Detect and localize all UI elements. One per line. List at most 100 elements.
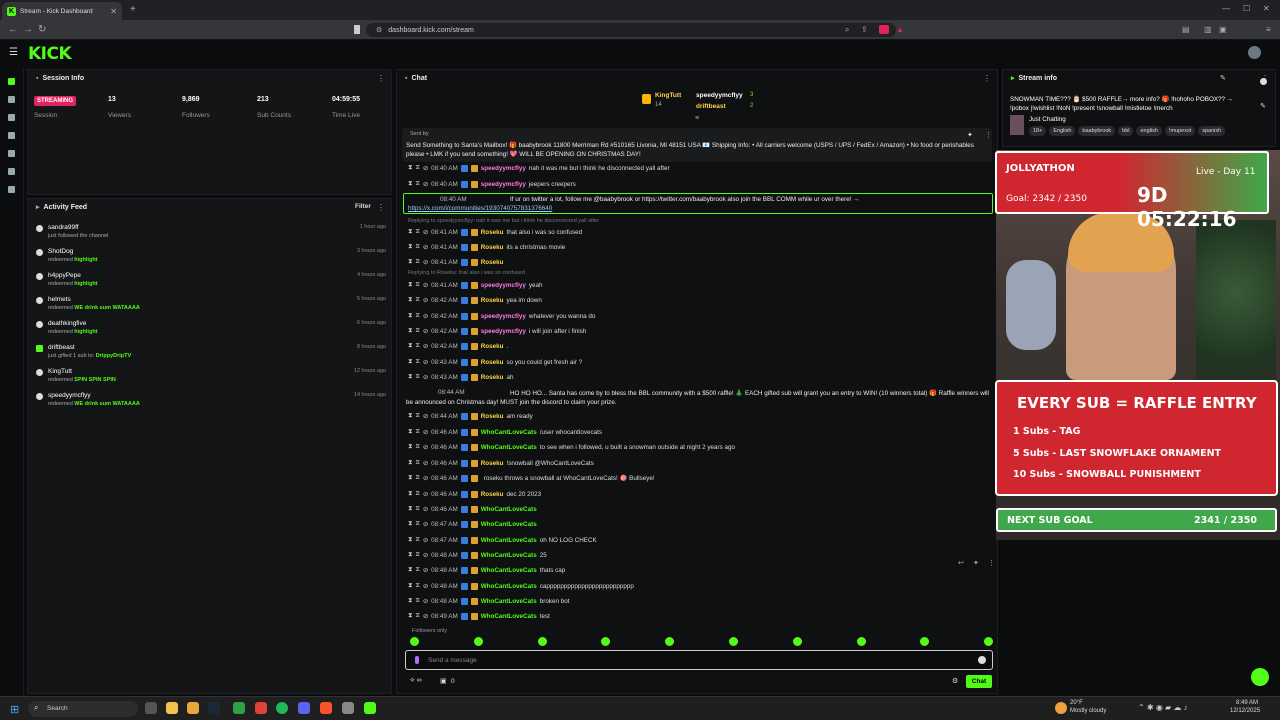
reply-icon[interactable]: ↩	[958, 559, 964, 567]
ban-icon[interactable]: ⊘	[423, 429, 428, 436]
pin-message-icon[interactable]: ✦	[973, 559, 979, 567]
emote-icon[interactable]	[729, 637, 738, 646]
delete-icon[interactable]: ⧗	[408, 459, 412, 467]
emote-icon[interactable]	[984, 637, 994, 646]
delete-icon[interactable]: ⧗	[408, 243, 412, 251]
timeout-icon[interactable]: ⧖	[415, 597, 419, 605]
timeout-icon[interactable]: ⧖	[415, 566, 419, 574]
category-name[interactable]: Just Chatting	[1029, 116, 1066, 123]
taskbar-search[interactable]: ⌕ Search	[28, 701, 138, 717]
chat-mic-icon[interactable]	[415, 656, 419, 664]
activity-item[interactable]: KingTutt redeemed SPIN SPIN SPIN 12 hours …	[36, 368, 386, 390]
analytics-icon[interactable]	[8, 168, 15, 175]
chat-message[interactable]: ⧗ ⧖ ⊘ 08:49 AM WhoCantLoveCats test	[408, 610, 988, 622]
timeout-icon[interactable]: ⧖	[415, 459, 419, 467]
zoom-icon[interactable]: ⌕	[845, 25, 849, 35]
timeout-icon[interactable]: ⧖	[415, 474, 419, 482]
share-icon[interactable]: ⇪	[861, 25, 868, 34]
activity-username[interactable]: driftbeast	[48, 344, 75, 351]
message-username[interactable]: Roseku	[481, 229, 504, 236]
ban-icon[interactable]: ⊘	[423, 181, 428, 188]
activity-item[interactable]: speedyymcflyy redeemed WE drink sum WATAA…	[36, 392, 386, 414]
close-window-icon[interactable]: ✕	[1263, 4, 1270, 13]
delete-icon[interactable]: ⧗	[408, 296, 412, 304]
stream-tag[interactable]: baabybrook	[1078, 126, 1116, 136]
stream-tag[interactable]: spanish	[1198, 126, 1226, 136]
wallet-icon[interactable]: ▣	[1219, 25, 1227, 34]
delete-icon[interactable]: ⧗	[408, 428, 412, 436]
chat-message[interactable]: ⧗ ⧖ ⊘ 08:46 AM WhoCantLoveCats	[408, 503, 988, 515]
brave-icon[interactable]	[320, 702, 332, 714]
chat-message[interactable]: ⧗ ⧖ ⊘ 08:44 AM Roseku am ready	[408, 410, 988, 422]
session-menu-icon[interactable]: ⋮	[377, 74, 385, 83]
activity-username[interactable]: KingTutt	[48, 368, 72, 375]
emote-icon[interactable]	[792, 637, 802, 646]
emote-icon[interactable]	[473, 637, 483, 646]
message-username[interactable]: Roseku	[481, 374, 504, 381]
emote-icon[interactable]	[601, 637, 611, 646]
timeout-icon[interactable]: ⧖	[415, 358, 419, 366]
discord-icon[interactable]	[298, 702, 310, 714]
edit-icon[interactable]: ✎	[1220, 74, 1226, 82]
delete-icon[interactable]: ⧗	[408, 551, 412, 559]
folder-icon[interactable]	[187, 702, 199, 714]
delete-icon[interactable]: ⧗	[408, 281, 412, 289]
message-username[interactable]: Roseku	[481, 244, 504, 251]
ban-icon[interactable]: ⊘	[423, 537, 428, 544]
chat-message[interactable]: ⧗ ⧖ ⊘ 08:48 AM WhoCantLoveCats 25	[408, 549, 988, 561]
browser-tab[interactable]: K Stream - Kick Dashboard ✕	[2, 2, 122, 20]
chrome-icon[interactable]	[255, 702, 267, 714]
delete-icon[interactable]: ⧗	[408, 258, 412, 266]
delete-icon[interactable]: ⧗	[408, 505, 412, 513]
timeout-icon[interactable]: ⧖	[415, 536, 419, 544]
help-icon[interactable]	[1260, 78, 1267, 85]
delete-icon[interactable]: ⧗	[408, 373, 412, 381]
delete-icon[interactable]: ⧗	[408, 443, 412, 451]
timeout-icon[interactable]: ⧖	[415, 258, 419, 266]
tabs-icon[interactable]: ▥	[1204, 25, 1212, 34]
chat-message[interactable]: ⧗ ⧖ ⊘ 08:42 AM speedyymcflyy whatever you wan…	[408, 310, 988, 322]
chat-message[interactable]: ⧗ ⧖ ⊘ 08:42 AM speedyymcflyy i will join afte…	[408, 325, 988, 337]
emote-icon[interactable]	[410, 637, 419, 646]
delete-icon[interactable]: ⧗	[408, 566, 412, 574]
ban-icon[interactable]: ⊘	[423, 521, 428, 528]
activity-username[interactable]: speedyymcflyy	[48, 392, 91, 399]
activity-menu-icon[interactable]: ⋮	[377, 203, 385, 212]
ban-icon[interactable]: ⊘	[423, 460, 428, 467]
dashboard-icon[interactable]	[8, 78, 15, 85]
ban-icon[interactable]: ⊘	[423, 328, 428, 335]
stream-tag[interactable]: bbl	[1118, 126, 1134, 136]
message-username[interactable]: WhoCantLoveCats	[481, 444, 537, 451]
url-field[interactable]: ⚙ dashboard.kick.com/stream	[366, 23, 896, 37]
chat-settings-icon[interactable]: ⚙	[952, 677, 958, 685]
moderation-icon[interactable]	[8, 150, 15, 157]
twitter-link[interactable]: https://x.com/i/communities/193074075783…	[408, 205, 552, 212]
message-username[interactable]: WhoCantLoveCats	[481, 598, 537, 605]
activity-username[interactable]: deathkingfive	[48, 320, 86, 327]
timeout-icon[interactable]: ⧖	[415, 490, 419, 498]
chat-message[interactable]: ⧗ ⧖ ⊘ 08:41 AM Roseku	[408, 256, 988, 268]
chat-tools-icon[interactable]: ⟡ ∞	[410, 677, 422, 685]
delete-icon[interactable]: ⧗	[408, 490, 412, 498]
chat-message[interactable]: ⧗ ⧖ ⊘ 08:46 AM WhoCantLoveCats to see when i …	[408, 441, 988, 453]
chat-menu-icon[interactable]: ⋮	[983, 74, 991, 83]
message-username[interactable]: speedyymcflyy	[481, 282, 526, 289]
hamburger-icon[interactable]: ☰	[9, 47, 18, 58]
message-menu-icon[interactable]: ⋮	[988, 559, 995, 567]
chat-message[interactable]: ⧗ ⧖ ⊘ 08:43 AM Roseku ah	[408, 371, 988, 383]
timeout-icon[interactable]: ⧖	[415, 296, 419, 304]
start-icon[interactable]: ⊞	[10, 703, 19, 716]
emote-icon[interactable]	[665, 637, 675, 646]
timeout-icon[interactable]: ⧖	[415, 342, 419, 350]
delete-icon[interactable]: ⧗	[408, 520, 412, 528]
ban-icon[interactable]: ⊘	[423, 229, 428, 236]
tray-icons[interactable]: ⌃ ✱ ◉ ▰ ☁ ♪	[1138, 703, 1188, 712]
kick-logo[interactable]: KICK	[28, 44, 72, 64]
message-username[interactable]: WhoCantLoveCats	[481, 537, 537, 544]
chat-message[interactable]: ⧗ ⧖ ⊘ 08:41 AM Roseku its a christmas movie	[408, 241, 988, 253]
ban-icon[interactable]: ⊘	[423, 506, 428, 513]
menu-icon[interactable]: ≡	[1266, 25, 1271, 34]
stream-tag[interactable]: english	[1136, 126, 1162, 136]
forward-icon[interactable]: →	[23, 24, 33, 36]
chat-message[interactable]: ⧗ ⧖ ⊘ 08:40 AM speedyymcflyy jeepers creepers	[408, 178, 988, 190]
